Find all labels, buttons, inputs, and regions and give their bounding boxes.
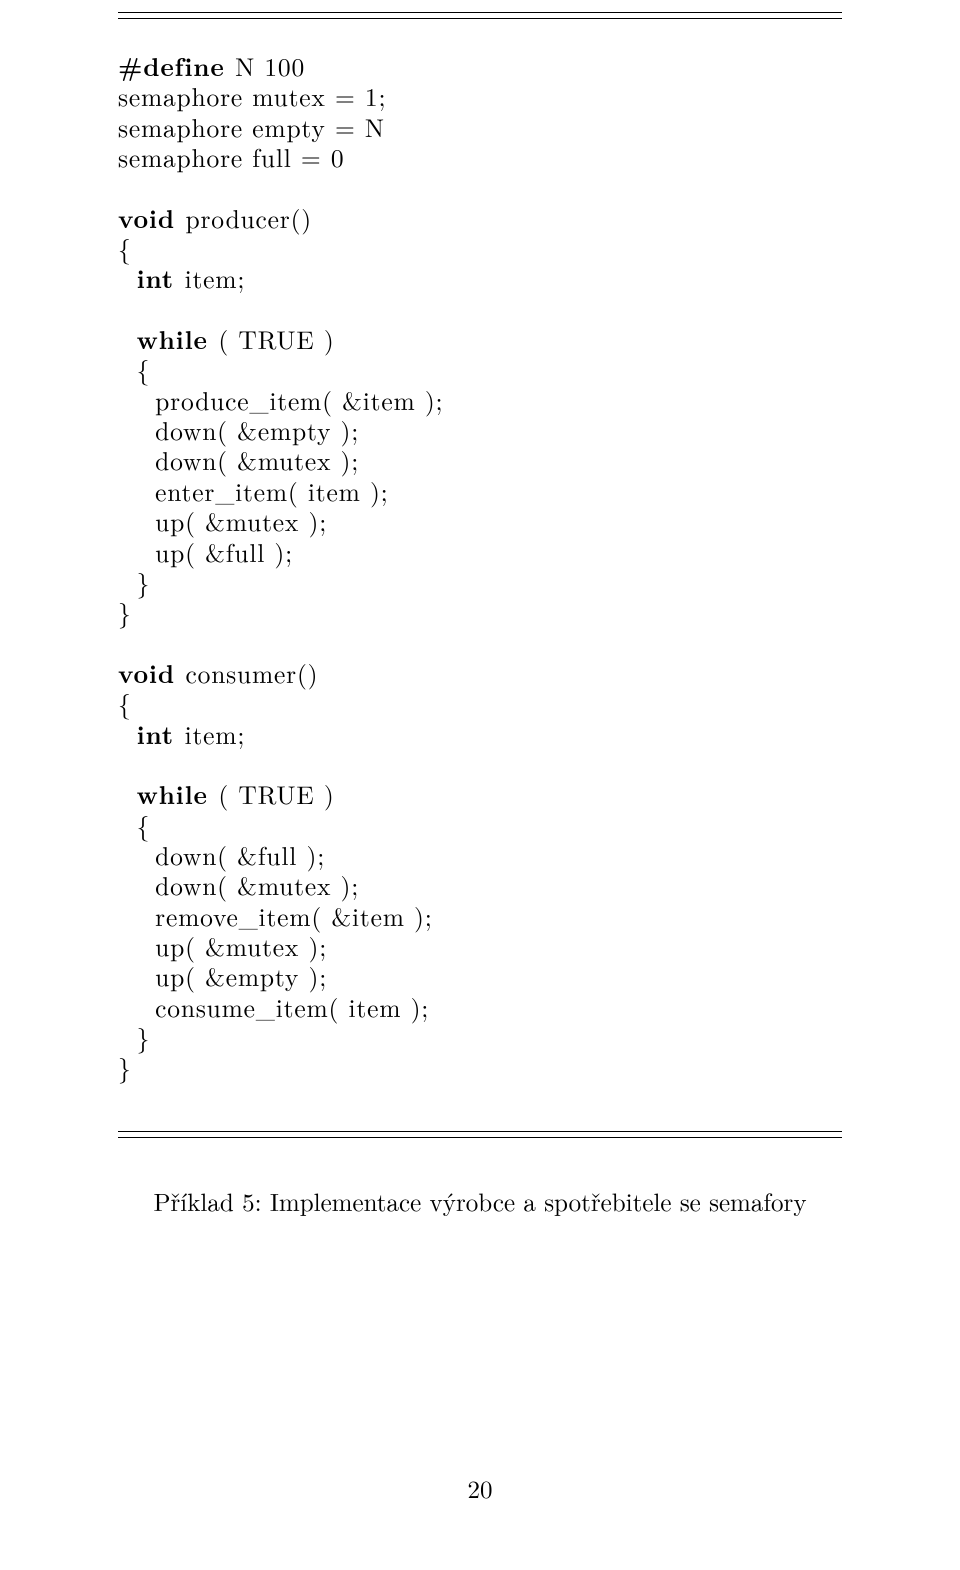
code-line: } <box>118 597 842 627</box>
top-rule-1 <box>118 12 842 13</box>
code-line: #define N 100 <box>118 51 842 81</box>
code-line: int item; <box>118 719 842 749</box>
code-line: down( &mutex ); <box>118 870 842 900</box>
code-line <box>118 294 842 324</box>
code-line: enter_item( item ); <box>118 476 842 506</box>
code-line: semaphore mutex = 1; <box>118 81 842 111</box>
code-line: down( &mutex ); <box>118 445 842 475</box>
code-line: { <box>118 354 842 384</box>
code-line: up( &full ); <box>118 537 842 567</box>
code-line: } <box>118 1052 842 1082</box>
top-rule-group <box>118 0 842 19</box>
code-line: int item; <box>118 263 842 293</box>
code-line: { <box>118 233 842 263</box>
code-listing: #define N 100semaphore mutex = 1;semapho… <box>118 51 842 1083</box>
code-line: consume_item( item ); <box>118 992 842 1022</box>
code-line: } <box>118 1022 842 1052</box>
code-line: while ( TRUE ) <box>118 779 842 809</box>
code-line: down( &empty ); <box>118 415 842 445</box>
code-line: semaphore full = 0 <box>118 142 842 172</box>
code-line: semaphore empty = N <box>118 112 842 142</box>
code-line: } <box>118 567 842 597</box>
bottom-rule-1 <box>118 1131 842 1132</box>
page-number: 20 <box>0 1471 960 1506</box>
code-line <box>118 749 842 779</box>
page: #define N 100semaphore mutex = 1;semapho… <box>0 0 960 1570</box>
code-line: produce_item( &item ); <box>118 385 842 415</box>
top-rule-2 <box>118 18 842 19</box>
code-line: up( &mutex ); <box>118 931 842 961</box>
code-line: down( &full ); <box>118 840 842 870</box>
code-line: { <box>118 688 842 718</box>
bottom-rule-2 <box>118 1137 842 1138</box>
code-line: void consumer() <box>118 658 842 688</box>
code-line: void producer() <box>118 203 842 233</box>
bottom-rule-group <box>118 1131 842 1138</box>
code-line <box>118 172 842 202</box>
code-line: up( &mutex ); <box>118 506 842 536</box>
code-line: up( &empty ); <box>118 961 842 991</box>
code-line <box>118 628 842 658</box>
code-line: { <box>118 810 842 840</box>
code-line: remove_item( &item ); <box>118 901 842 931</box>
figure-caption: Příklad 5: Implementace výrobce a spotře… <box>118 1184 842 1219</box>
code-line: while ( TRUE ) <box>118 324 842 354</box>
